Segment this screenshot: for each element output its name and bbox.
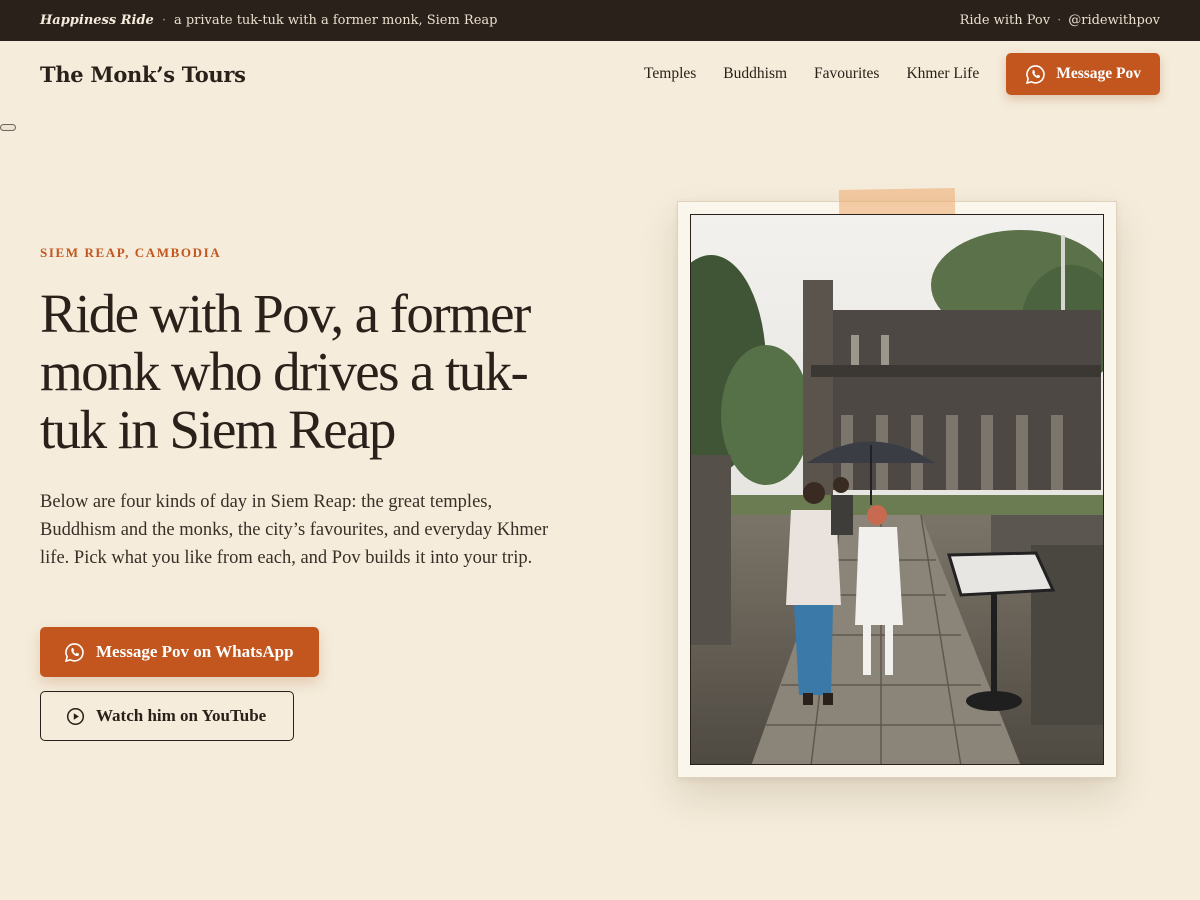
play-circle-icon: [66, 707, 85, 726]
nav-link-khmer-life[interactable]: Khmer Life: [906, 65, 979, 83]
announcement-brand: Happiness Ride: [40, 13, 154, 28]
nav-link-buddhism[interactable]: Buddhism: [723, 65, 787, 83]
photo-tape: [838, 187, 956, 217]
message-pov-label: Message Pov: [1056, 65, 1141, 82]
nav-links: Temples Buddhism Favourites Khmer Life M…: [644, 53, 1160, 95]
temple-photo: [690, 214, 1104, 765]
main-nav: The Monk’s Tours Temples Buddhism Favour…: [0, 41, 1200, 107]
instagram-handle-link[interactable]: @ridewithpov: [1068, 13, 1160, 28]
whatsapp-cta-label: Message Pov on WhatsApp: [96, 642, 294, 661]
ride-with-pov-link[interactable]: Ride with Pov: [960, 13, 1051, 28]
hero-eyebrow: SIEM REAP, CAMBODIA: [40, 245, 222, 260]
announcement-bar: Happiness Ride · a private tuk-tuk with …: [0, 0, 1200, 41]
announcement-tagline: a private tuk-tuk with a former monk, Si…: [173, 13, 498, 28]
separator-dot: ·: [161, 13, 166, 28]
separator-dot: ·: [1057, 13, 1062, 28]
hero-description: Below are four kinds of day in Siem Reap…: [40, 492, 549, 568]
whatsapp-icon: [64, 642, 85, 663]
youtube-cta-button[interactable]: Watch him on YouTube: [40, 691, 294, 741]
announcement-left: Happiness Ride · a private tuk-tuk with …: [40, 13, 498, 28]
site-logo[interactable]: The Monk’s Tours: [40, 62, 246, 87]
hero-title: Ride with Pov, a former monk who drives …: [40, 283, 531, 460]
youtube-cta-label: Watch him on YouTube: [96, 706, 267, 725]
announcement-right: Ride with Pov · @ridewithpov: [960, 13, 1160, 28]
skip-control[interactable]: [0, 124, 16, 131]
message-pov-button[interactable]: Message Pov: [1006, 53, 1160, 95]
nav-link-temples[interactable]: Temples: [644, 65, 696, 83]
nav-link-favourites[interactable]: Favourites: [814, 65, 879, 83]
whatsapp-icon: [1025, 64, 1046, 85]
whatsapp-cta-button[interactable]: Message Pov on WhatsApp: [40, 627, 319, 677]
